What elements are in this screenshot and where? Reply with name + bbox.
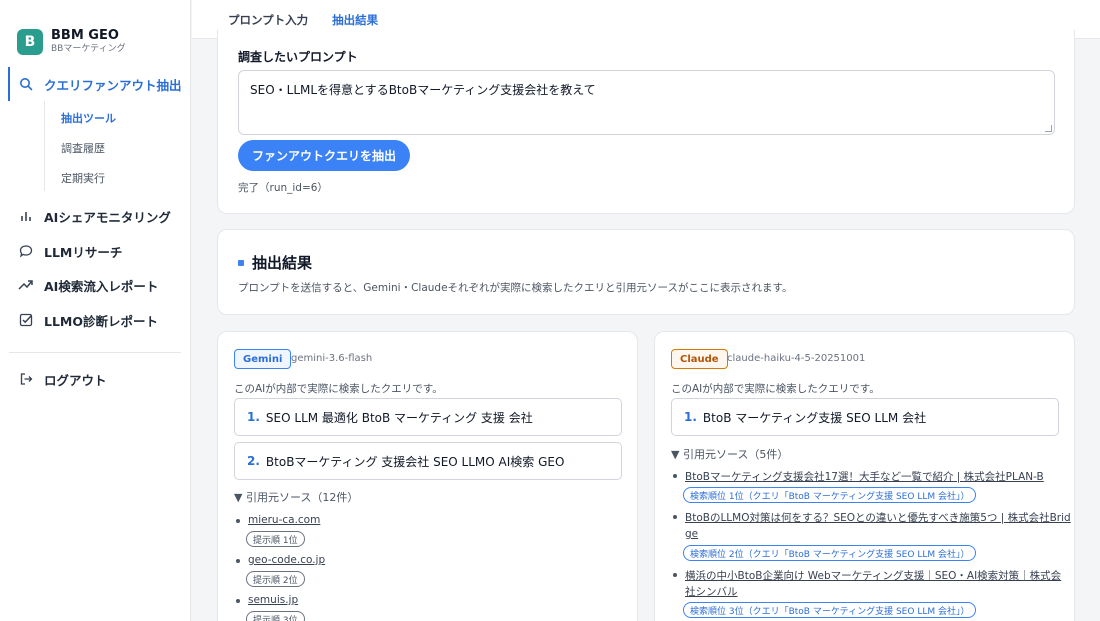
sidebar-item-llm-research[interactable]: LLMリサーチ — [0, 234, 191, 268]
source-link-continued[interactable]: ge — [685, 528, 698, 540]
brand-title: BBM GEO — [51, 28, 119, 43]
sidebar-item-label: LLMリサーチ — [44, 244, 123, 260]
sidebar-divider — [9, 352, 181, 353]
source-link[interactable]: BtoBのLLMO対策は何をする？SEOとの違いと優先すべき施策5つ | 株式会… — [685, 510, 1071, 525]
rank-pill: 検索順位 2位（クエリ「BtoB マーケティング支援 SEO LLM 会社」） — [683, 545, 977, 561]
sidebar-item-label: AIシェアモニタリング — [44, 209, 171, 225]
sidebar-item-query-fanout[interactable]: クエリファンアウト抽出 — [0, 67, 191, 101]
run-status: 完了（run_id=6） — [238, 182, 328, 194]
sidebar-item-label: LLMO診断レポート — [44, 313, 158, 329]
query-text: BtoBマーケティング 支援会社 SEO LLMO AI検索 GEO — [265, 454, 565, 469]
title-marker-icon — [238, 259, 244, 266]
trending-up-icon — [18, 277, 34, 293]
bullet — [673, 474, 677, 478]
search-icon — [18, 76, 34, 92]
sidebar-item-ai-share-monitoring[interactable]: AIシェアモニタリング — [0, 199, 191, 233]
result-title: 抽出結果 — [238, 252, 312, 273]
claude-query-note: このAIが内部で実際に検索したクエリです。 — [671, 383, 880, 395]
bullet — [236, 599, 240, 603]
query-number: 1. — [684, 410, 697, 424]
sidebar-subitem-schedule[interactable]: 定期実行 — [61, 170, 105, 186]
rank-pill: 検索順位 1位（クエリ「BtoB マーケティング支援 SEO LLM 会社」） — [683, 487, 977, 503]
result-description: プロンプトを送信すると、Gemini・Claudeそれぞれが実際に検索したクエリ… — [238, 282, 793, 294]
bar-chart-icon — [18, 208, 34, 224]
sidebar: B BBM GEO BBマーケティング クエリファンアウト抽出 抽出ツール 調査… — [0, 0, 191, 621]
bullet — [236, 519, 240, 523]
query-number: 1. — [247, 410, 260, 424]
sidebar-item-ai-search-report[interactable]: AI検索流入レポート — [0, 268, 191, 302]
rank-pill: 検索順位 3位（クエリ「BtoB マーケティング支援 SEO LLM 会社」） — [683, 602, 977, 618]
claude-model-id: claude-haiku-4-5-20251001 — [727, 353, 866, 364]
brand-subtitle: BBマーケティング — [51, 44, 126, 54]
logout-icon — [18, 371, 34, 387]
sidebar-subitem-history[interactable]: 調査履歴 — [61, 140, 105, 156]
prompt-value: SEO・LLMLを得意とするBtoBマーケティング支援会社を教えて — [250, 83, 596, 97]
sidebar-item-label: クエリファンアウト抽出 — [44, 77, 182, 93]
bullet — [673, 573, 677, 577]
bullet — [673, 515, 677, 519]
submenu-line — [44, 101, 45, 191]
sidebar-item-label: AI検索流入レポート — [44, 278, 159, 294]
result-header-card: 抽出結果 プロンプトを送信すると、Gemini・Claudeそれぞれが実際に検索… — [217, 229, 1075, 315]
rank-pill: 提示順 2位 — [246, 571, 305, 587]
prompt-textarea[interactable]: SEO・LLMLを得意とするBtoBマーケティング支援会社を教えて — [238, 70, 1055, 135]
sidebar-subitem-extract-tool[interactable]: 抽出ツール — [61, 110, 116, 126]
claude-badge: Claude — [671, 349, 728, 369]
gemini-sources-toggle[interactable]: ▼ 引用元ソース（12件） — [234, 489, 358, 505]
gemini-query-item: 1. SEO LLM 最適化 BtoB マーケティング 支援 会社 — [234, 398, 622, 436]
source-link[interactable]: BtoBマーケティング支援会社17選！大手など一覧で紹介 | 株式会社PLAN-… — [685, 469, 1044, 484]
query-text: BtoB マーケティング支援 SEO LLM 会社 — [702, 410, 927, 425]
gemini-result-card: Gemini gemini-3.6-flash このAIが内部で実際に検索したク… — [217, 331, 638, 621]
gemini-badge: Gemini — [234, 349, 292, 369]
resize-handle[interactable] — [1045, 125, 1052, 132]
checkbox-icon — [18, 312, 34, 328]
brand-logo: B — [17, 29, 43, 55]
extract-fanout-button[interactable]: ファンアウトクエリを抽出 — [238, 140, 410, 171]
logout-label: ログアウト — [44, 372, 107, 388]
query-text: SEO LLM 最適化 BtoB マーケティング 支援 会社 — [265, 410, 533, 425]
chat-icon — [18, 243, 34, 259]
source-link[interactable]: mieru-ca.com — [248, 514, 320, 526]
source-link[interactable]: 横浜の中小BtoB企業向け Webマーケティング支援｜SEO・AI検索対策｜株式… — [685, 568, 1061, 583]
brand: B BBM GEO BBマーケティング — [0, 0, 190, 66]
gemini-query-note: このAIが内部で実際に検索したクエリです。 — [234, 383, 443, 395]
query-number: 2. — [247, 454, 260, 468]
rank-pill: 提示順 1位 — [246, 531, 305, 547]
gemini-query-item: 2. BtoBマーケティング 支援会社 SEO LLMO AI検索 GEO — [234, 442, 622, 480]
bullet — [236, 559, 240, 563]
result-title-text: 抽出結果 — [252, 254, 313, 272]
source-link[interactable]: geo-code.co.jp — [248, 554, 325, 566]
claude-sources-toggle[interactable]: ▼ 引用元ソース（5件） — [671, 446, 788, 462]
gemini-model-id: gemini-3.6-flash — [291, 353, 373, 364]
source-link[interactable]: semuis.jp — [248, 594, 298, 606]
prompt-card: 調査したいプロンプト SEO・LLMLを得意とするBtoBマーケティング支援会社… — [217, 30, 1075, 214]
claude-query-item: 1. BtoB マーケティング支援 SEO LLM 会社 — [671, 398, 1059, 436]
prompt-label: 調査したいプロンプト — [238, 50, 358, 64]
source-link-continued[interactable]: 社シンバル — [685, 584, 738, 599]
claude-result-card: Claude claude-haiku-4-5-20251001 このAIが内部… — [654, 331, 1075, 621]
logout-button[interactable]: ログアウト — [0, 362, 191, 396]
rank-pill: 提示順 3位 — [246, 611, 305, 621]
sidebar-item-llmo-report[interactable]: LLMO診断レポート — [0, 303, 191, 337]
